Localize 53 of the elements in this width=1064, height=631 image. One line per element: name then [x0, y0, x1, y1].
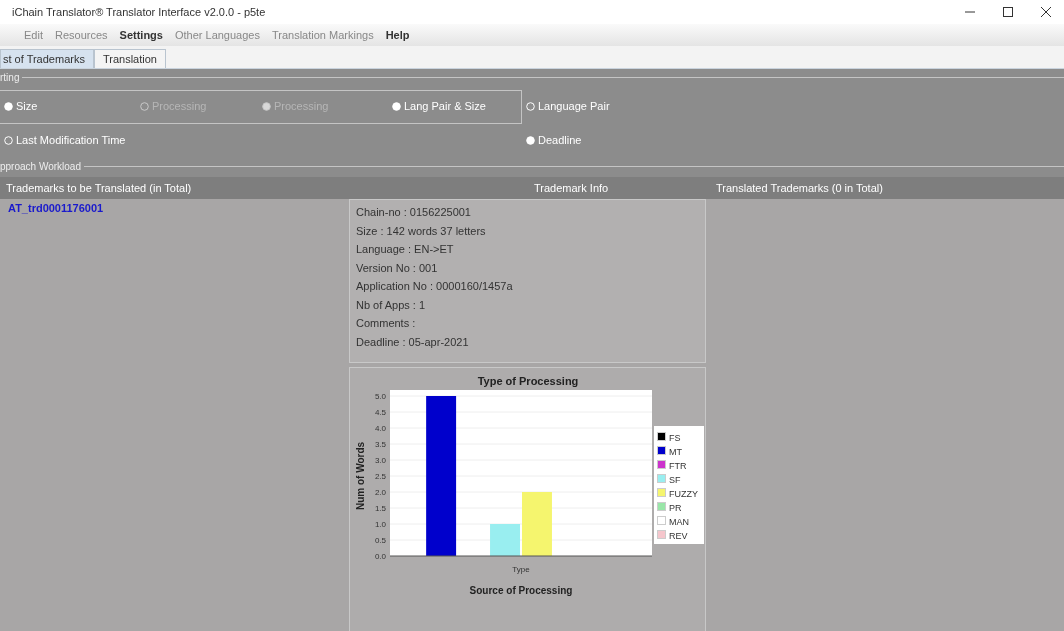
- tab[interactable]: Translation: [93, 49, 166, 68]
- menu-item[interactable]: Settings: [119, 29, 163, 41]
- tick-label: 0.0: [374, 552, 386, 561]
- tick-label: 1.5: [374, 504, 386, 513]
- legend-label: MAN: [669, 516, 689, 527]
- close-icon[interactable]: [1040, 6, 1052, 18]
- legend-label: FTR: [669, 460, 687, 471]
- info-line: Comments :: [356, 316, 417, 331]
- info-line: Chain-no : 0156225001: [356, 205, 472, 220]
- tick-label: 3.5: [374, 440, 386, 449]
- tick-label: 2.5: [374, 472, 386, 481]
- info-line: Application No : 0000160/1457a: [356, 279, 514, 294]
- group-title: rting: [0, 72, 23, 83]
- menu-item[interactable]: Resources: [54, 29, 108, 41]
- menu-item[interactable]: Edit: [24, 29, 43, 41]
- tick-label: 5.0: [374, 392, 386, 401]
- maximize-icon[interactable]: [1002, 6, 1014, 18]
- tick-label: 2.0: [374, 488, 386, 497]
- y-axis-label: Num of Words: [355, 441, 366, 511]
- menu-item[interactable]: Help: [385, 29, 410, 41]
- info-line: Language : EN->ET: [356, 242, 455, 257]
- radio-label: Deadline: [538, 134, 582, 146]
- info-line: Size : 142 words 37 letters: [356, 223, 487, 239]
- radio-label: Size: [16, 100, 38, 112]
- column-header: Translated Trademarks (0 in Total): [716, 182, 883, 194]
- legend-label: FUZZY: [669, 488, 698, 499]
- x-axis-label: Source of Processing: [469, 585, 573, 596]
- category-label: Type: [512, 565, 530, 574]
- column-header: Trademarks to be Translated (in Total): [6, 182, 192, 194]
- column-header: Trademark Info: [534, 182, 609, 194]
- info-line: Nb of Apps : 1: [356, 297, 427, 313]
- menu-item[interactable]: Other Languages: [174, 29, 260, 41]
- group-title: pproach Workload: [0, 161, 84, 172]
- tick-label: 3.0: [374, 456, 386, 465]
- chart-title: Type of Processing: [477, 375, 579, 387]
- radio-label: Lang Pair & Size: [404, 100, 486, 112]
- window-title: iChain Translator® Translator Interface v2.0.0 - p5te: [12, 6, 266, 18]
- legend-label: PR: [669, 502, 682, 513]
- tick-label: 1.0: [374, 520, 386, 529]
- tick-label: 0.5: [374, 536, 386, 545]
- tab[interactable]: st of Trademarks: [0, 49, 94, 68]
- radio-label: Last Modification Time: [16, 134, 126, 146]
- info-line: Deadline : 05-apr-2021: [356, 334, 470, 350]
- tick-label: 4.0: [374, 424, 386, 433]
- legend-label: FS: [669, 432, 681, 443]
- legend-label: MT: [669, 446, 682, 457]
- legend-label: REV: [669, 530, 688, 541]
- menu-item[interactable]: Translation Markings: [271, 29, 374, 41]
- radio-label: Language Pair: [538, 100, 610, 112]
- legend-label: SF: [669, 474, 681, 485]
- info-line: Version No : 001: [356, 260, 439, 276]
- tick-label: 4.5: [374, 408, 386, 417]
- trademark-link[interactable]: AT_trd0001176001: [8, 202, 104, 214]
